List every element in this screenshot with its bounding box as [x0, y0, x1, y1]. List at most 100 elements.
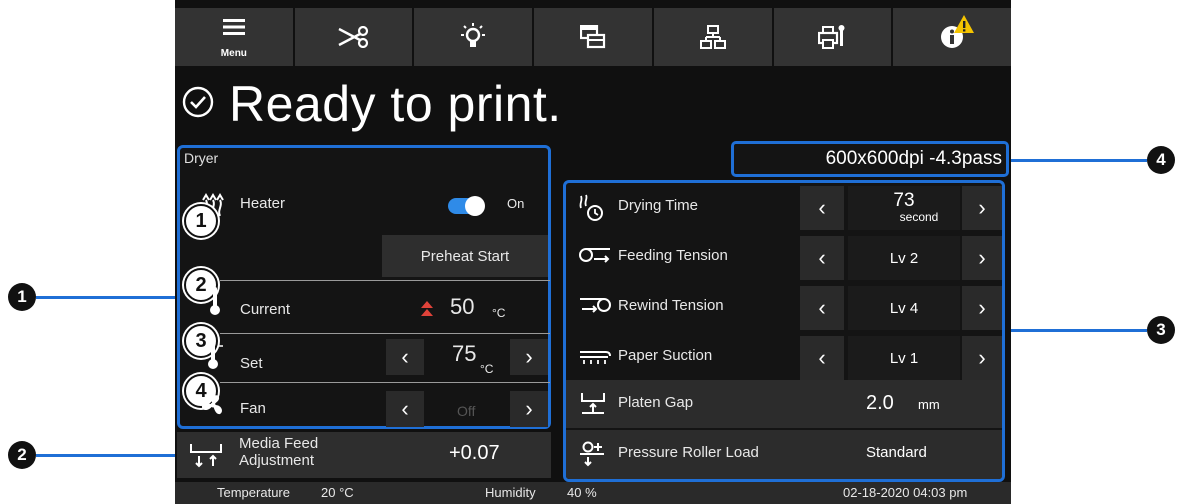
media-settings-icon [580, 25, 606, 49]
callout-leader-line [1005, 329, 1147, 332]
toggle-knob [465, 196, 485, 216]
print-settings-panel: Drying Time ‹ 73 second › Feeding Tensio… [563, 180, 1005, 482]
status-text: Ready to print. [229, 76, 562, 132]
feeding-tension-row: Feeding Tension ‹ Lv 2 › [566, 233, 1002, 283]
callout-marker: 2 [8, 441, 36, 469]
maintenance-icon [818, 24, 846, 50]
fan-decrease-button[interactable]: ‹ [386, 391, 424, 427]
media-feed-icon [189, 442, 223, 473]
platen-gap-label: Platen Gap [618, 394, 694, 411]
paper-suction-label: Paper Suction [618, 347, 713, 364]
print-resolution: 600x600dpi -4.3pass [731, 141, 1009, 177]
printer-control-screen: Menu Ready to print. Dryer Heater On 1 P… [175, 0, 1011, 504]
feeding-tension-value: Lv 2 [848, 236, 960, 280]
rewind-tension-decrease-button[interactable]: ‹ [800, 286, 844, 330]
rewind-tension-label: Rewind Tension [618, 297, 724, 314]
fan-increase-button[interactable]: › [510, 391, 548, 427]
drying-time-row: Drying Time ‹ 73 second › [566, 183, 1002, 233]
menu-button[interactable]: Menu [175, 8, 295, 66]
callout-leader-line [1005, 159, 1147, 162]
feeding-tension-icon [578, 244, 612, 271]
divider [220, 382, 550, 383]
current-temp-value: 50 [450, 294, 475, 319]
warning-triangle-icon [953, 14, 975, 34]
platen-gap-row[interactable]: Platen Gap 2.0 mm [566, 380, 1002, 428]
rewind-tension-icon [578, 294, 612, 321]
pressure-roller-label: Pressure Roller Load [618, 444, 759, 461]
figure-stage: 1 2 3 4 Menu Ready to print. Dryer Heate… [0, 0, 1181, 504]
dryer-panel: Dryer Heater On 1 Preheat Start 2 Curren… [177, 145, 551, 429]
callout-marker: 4 [1147, 146, 1175, 174]
heater-toggle-state: On [507, 196, 525, 211]
paper-suction-decrease-button[interactable]: ‹ [800, 336, 844, 380]
maintenance-button[interactable] [773, 8, 894, 66]
temp-rising-icon [420, 300, 434, 323]
callout-leader-line [36, 296, 176, 299]
set-temp-increase-button[interactable]: › [510, 339, 548, 375]
menu-label: Menu [220, 48, 247, 59]
platen-gap-value: 2.0 [866, 392, 894, 414]
temperature-value: 20 °C [321, 485, 354, 500]
datetime: 02-18-2020 04:03 pm [843, 485, 968, 500]
humidity-label: Humidity [485, 485, 536, 500]
drying-time-label: Drying Time [618, 197, 699, 214]
drying-time-value-box: 73 second [848, 186, 960, 230]
rewind-tension-value: Lv 4 [848, 286, 960, 330]
drying-time-value: 73 [893, 190, 915, 211]
paper-suction-icon [578, 344, 612, 371]
feeding-tension-label: Feeding Tension [618, 247, 728, 264]
drying-time-unit: second [899, 210, 939, 224]
humidity-value: 40 % [567, 485, 597, 500]
pressure-roller-row[interactable]: Pressure Roller Load Standard [566, 430, 1002, 479]
paper-suction-row: Paper Suction ‹ Lv 1 › [566, 333, 1002, 383]
pressure-roller-icon [578, 441, 606, 472]
thermometer-icon [208, 286, 222, 321]
heater-label: Heater [240, 195, 286, 212]
item-number-marker: 1 [184, 204, 218, 238]
platen-gap-icon [578, 391, 608, 420]
drying-time-increase-button[interactable]: › [962, 186, 1002, 230]
top-toolbar: Menu [175, 8, 1011, 66]
pressure-roller-value: Standard [866, 444, 927, 461]
feeding-tension-increase-button[interactable]: › [962, 236, 1002, 280]
network-button[interactable] [653, 8, 774, 66]
media-feed-label: Media Feed Adjustment [239, 435, 318, 469]
platen-gap-unit: mm [918, 397, 940, 412]
callout-marker: 3 [1147, 316, 1175, 344]
set-temp-unit: °C [480, 362, 494, 376]
network-icon [699, 25, 726, 49]
media-settings-button[interactable] [534, 8, 654, 66]
divider [220, 280, 550, 281]
printer-status: Ready to print. [181, 68, 562, 140]
paper-suction-increase-button[interactable]: › [962, 336, 1002, 380]
scissors-icon [337, 26, 371, 48]
callout-leader-line [36, 454, 178, 457]
thermometer-set-icon [206, 340, 224, 375]
heater-lamp-button[interactable] [414, 8, 535, 66]
set-temp-label: Set [240, 355, 263, 372]
divider [220, 333, 550, 334]
heater-toggle[interactable] [448, 196, 485, 216]
drying-time-decrease-button[interactable]: ‹ [800, 186, 844, 230]
rewind-tension-row: Rewind Tension ‹ Lv 4 › [566, 283, 1002, 333]
current-temp-unit: °C [492, 306, 506, 320]
set-temp-decrease-button[interactable]: ‹ [386, 339, 424, 375]
feeding-tension-decrease-button[interactable]: ‹ [800, 236, 844, 280]
preheat-start-button[interactable]: Preheat Start [382, 235, 548, 277]
check-circle-icon [181, 85, 215, 124]
cut-button[interactable] [294, 8, 415, 66]
fan-label: Fan [240, 400, 266, 417]
rewind-tension-increase-button[interactable]: › [962, 286, 1002, 330]
menu-icon [222, 18, 245, 36]
fan-value: Off [457, 403, 476, 419]
info-button[interactable] [893, 8, 1011, 66]
set-temp-value: 75 [452, 341, 477, 366]
fan-icon [200, 392, 226, 423]
callout-marker: 1 [8, 283, 36, 311]
temperature-label: Temperature [217, 485, 290, 500]
status-footer: Temperature 20 °C Humidity 40 % 02-18-20… [175, 482, 1011, 504]
drying-time-icon [578, 194, 604, 227]
current-temp-label: Current [240, 301, 291, 318]
media-feed-adjustment-button[interactable]: Media Feed Adjustment +0.07 [177, 432, 551, 478]
media-feed-label-line2: Adjustment [239, 452, 315, 469]
